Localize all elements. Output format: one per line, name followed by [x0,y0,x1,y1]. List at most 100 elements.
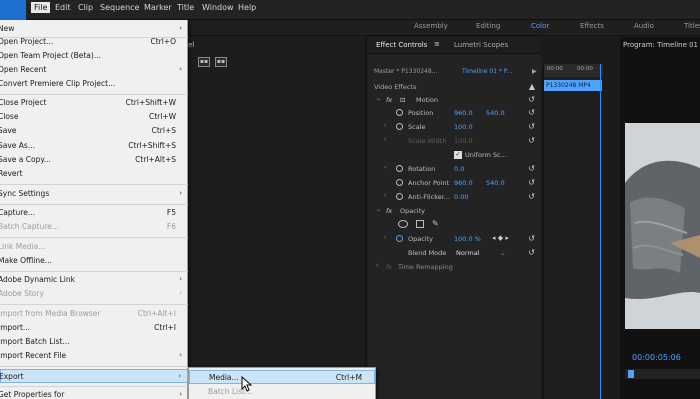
menu-item-close[interactable]: Close Ctrl+W [0,110,188,124]
scroll-up-icon[interactable]: ▲ [529,82,535,91]
menu-separator [0,204,188,205]
rectangle-mask-icon[interactable] [416,220,424,228]
position-row[interactable]: Position 960.0 540.0 ↺ [368,107,541,120]
chevron-down-icon: ⌄ [376,206,382,213]
master-clip-label[interactable]: Master * P1330248... [374,68,437,75]
menu-window[interactable]: Window [202,3,234,12]
menu-item-adobe-dynamic-link[interactable]: Adobe Dynamic Link › [0,273,188,287]
menu-item-export[interactable]: Export › [0,369,188,383]
panel-button-icon[interactable]: ▪▪ [198,57,210,67]
menu-item-import-batch-list[interactable]: Import Batch List... [0,335,188,349]
app-icon[interactable] [0,0,26,20]
workspace-color[interactable]: Color [531,22,549,30]
tab-effect-controls[interactable]: Effect Controls [376,41,427,49]
menu-clip[interactable]: Clip [78,3,93,12]
workspace-editing[interactable]: Editing [476,22,500,30]
reset-icon[interactable]: ↺ [528,164,535,173]
position-x[interactable]: 960.0 [454,109,473,117]
menu-title[interactable]: Title [177,3,194,12]
video-effects-header: Video Effects ▲ [374,82,535,91]
stopwatch-icon [396,109,403,116]
menu-item-open-team-project[interactable]: Open Team Project (Beta)... [0,49,188,63]
program-monitor-title[interactable]: Program: Timeline 01 [623,41,698,49]
menu-marker[interactable]: Marker [144,3,172,12]
playhead-marker[interactable] [628,370,634,378]
menu-item-capture[interactable]: Capture... F5 [0,206,188,220]
menu-help[interactable]: Help [238,3,256,12]
workspace-audio[interactable]: Audio [634,22,654,30]
stopwatch-icon [396,179,403,186]
menu-item-export-batch-list: Batch List... [208,387,253,396]
menu-item-revert[interactable]: Revert [0,167,188,181]
opacity-effect-row[interactable]: ⌄ fx Opacity [368,205,541,218]
menu-item-close-project[interactable]: Close Project Ctrl+Shift+W [0,96,188,110]
reset-icon[interactable]: ↺ [528,136,535,145]
clip-bar[interactable]: P1330248.MP4 [544,80,602,91]
pen-icon[interactable]: ✎ [432,219,439,228]
motion-effect-row[interactable]: ⌄ fx ⊡ Motion ↺ [368,94,541,107]
menu-item-save[interactable]: Save Ctrl+S [0,124,188,138]
anchor-point-x[interactable]: 960.0 [454,179,473,187]
chevron-right-icon: › [179,275,182,283]
position-y[interactable]: 540.0 [486,109,505,117]
blend-mode-select[interactable]: Normal [456,249,480,257]
uniform-scale-row[interactable]: ✓ Uniform Sc... [368,149,541,162]
menu-item-open-project[interactable]: Open Project... Ctrl+O [0,35,188,49]
tab-lumetri-scopes[interactable]: Lumetri Scopes [454,41,508,49]
menu-item-get-properties-for[interactable]: Get Properties for › [0,388,188,399]
keyframe-nav-icon[interactable]: ◂ ◆ ▸ [492,234,509,242]
anti-flicker-row[interactable]: › Anti-Flicker... 0.00 ↺ [368,191,541,204]
program-scrub-bar[interactable] [625,369,700,379]
menu-item-convert-premiere-clip[interactable]: Convert Premiere Clip Project... [0,77,188,91]
menu-item-sync-settings[interactable]: Sync Settings › [0,187,188,201]
opacity-value[interactable]: 100.0 % [454,235,481,243]
menu-item-export-media[interactable]: Media... Ctrl+M [189,370,375,384]
stopwatch-icon [396,193,403,200]
tab-menu-icon[interactable]: ≡ [434,40,440,48]
blend-mode-row[interactable]: Blend Mode Normal ⌄ ↺ [368,247,541,260]
rotation-value[interactable]: 0.0 [454,165,464,173]
menu-item-save-as[interactable]: Save As... Ctrl+Shift+S [0,139,188,153]
menu-item-open-recent[interactable]: Open Recent › [0,63,188,77]
chevron-right-icon[interactable]: ▶ [532,68,537,75]
opacity-label: Opacity [408,235,434,243]
playhead[interactable] [600,64,601,399]
panel-button-icon[interactable]: ▪▪ [215,57,227,67]
anchor-point-row[interactable]: Anchor Point 960.0 540.0 ↺ [368,177,541,190]
stopwatch-icon [396,123,403,130]
rotation-row[interactable]: › Rotation 0.0 ↺ [368,163,541,176]
anti-flicker-value[interactable]: 0.00 [454,193,468,201]
reset-icon[interactable]: ↺ [528,248,535,257]
menu-item-import-recent-file[interactable]: Import Recent File › [0,349,188,363]
position-label: Position [408,109,434,117]
time-ruler[interactable]: :00:00 00:00 [544,64,603,77]
reset-icon[interactable]: ↺ [528,108,535,117]
menu-item-new[interactable]: New › [0,22,188,36]
menu-item-make-offline[interactable]: Make Offline... [0,254,188,268]
menu-item-save-a-copy[interactable]: Save a Copy... Ctrl+Alt+S [0,153,188,167]
menu-edit[interactable]: Edit [55,3,71,12]
menu-file[interactable]: File [31,2,51,13]
time-remapping-row[interactable]: › fx Time Remapping [368,261,541,274]
rotation-label: Rotation [408,165,436,173]
scale-value[interactable]: 100.0 [454,123,473,131]
scale-row[interactable]: › Scale 100.0 ↺ [368,121,541,134]
workspace-effects[interactable]: Effects [580,22,604,30]
program-timecode[interactable]: 00:00:05:06 [632,353,681,362]
opacity-row[interactable]: › Opacity 100.0 % ◂ ◆ ▸ ↺ [368,233,541,246]
export-submenu: Media... Ctrl+M Batch List... [188,367,376,399]
ellipse-mask-icon[interactable] [398,220,408,228]
menu-item-import[interactable]: Import... Ctrl+I [0,321,188,335]
reset-icon[interactable]: ↺ [528,234,535,243]
menu-sequence[interactable]: Sequence [100,3,139,12]
anchor-point-y[interactable]: 540.0 [486,179,505,187]
workspace-titles[interactable]: Titles [684,22,700,30]
timeline-clip-label[interactable]: Timeline 01 * P... [462,68,512,75]
chevron-right-icon: › [179,289,182,297]
workspace-assembly[interactable]: Assembly [414,22,448,30]
uniform-scale-checkbox[interactable]: ✓ [454,151,462,159]
reset-icon[interactable]: ↺ [528,122,535,131]
reset-icon[interactable]: ↺ [528,95,535,104]
reset-icon[interactable]: ↺ [528,192,535,201]
reset-icon[interactable]: ↺ [528,178,535,187]
